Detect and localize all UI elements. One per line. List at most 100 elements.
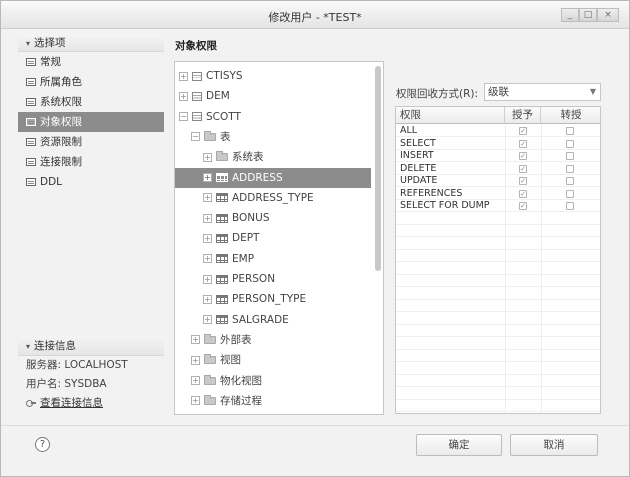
expand-icon[interactable]: + <box>191 355 200 365</box>
object-tree[interactable]: + CTISYS + DEM − SCOTT − 表 + 系统表 + ADDRESS + ADDRESS_… <box>174 61 384 415</box>
tree-node[interactable]: + SALGRADE <box>175 310 371 330</box>
transfer-checkbox[interactable] <box>566 202 574 210</box>
expand-icon[interactable]: + <box>203 213 212 223</box>
nav-item[interactable]: 所属角色 <box>18 72 164 92</box>
key-icon <box>26 397 36 407</box>
revoke-mode-select[interactable]: 级联 ▼ <box>484 83 601 101</box>
ok-button[interactable]: 确定 <box>416 434 502 456</box>
column-header-privilege[interactable]: 权限 <box>396 107 505 124</box>
expand-icon[interactable]: + <box>191 335 200 345</box>
table-icon <box>216 193 228 203</box>
minimize-button[interactable]: _ <box>561 8 579 22</box>
folder-icon <box>204 130 216 141</box>
tree-node[interactable]: + DEPT <box>175 228 371 248</box>
tree-node[interactable]: + EMP <box>175 249 371 269</box>
options-list: 常规所属角色系统权限 对象权限资源限制连接限制 DDL <box>18 52 164 192</box>
nav-item-label: 所属角色 <box>40 76 82 88</box>
empty-grid-row <box>396 388 600 400</box>
grant-checkbox[interactable]: ✓ <box>519 164 527 173</box>
options-header-label: 选择项 <box>34 37 66 49</box>
form-icon <box>26 118 36 126</box>
privilege-row[interactable]: SELECT FOR DUMP ✓ <box>396 200 600 212</box>
empty-grid-row <box>396 275 600 287</box>
expand-icon[interactable]: + <box>203 152 212 162</box>
nav-item[interactable]: 资源限制 <box>18 132 164 152</box>
expand-icon[interactable]: + <box>179 71 188 81</box>
expand-icon[interactable]: + <box>203 233 212 243</box>
options-header[interactable]: ▾ 选择项 <box>18 34 164 52</box>
maximize-button[interactable]: □ <box>579 8 597 22</box>
collapse-icon[interactable]: − <box>179 112 188 122</box>
grant-checkbox[interactable]: ✓ <box>519 127 527 135</box>
expand-icon[interactable]: + <box>203 193 212 203</box>
transfer-checkbox[interactable] <box>566 152 574 160</box>
grant-checkbox[interactable]: ✓ <box>519 139 527 148</box>
nav-item[interactable]: 连接限制 <box>18 152 164 172</box>
tree-node[interactable]: + DEM <box>175 86 371 106</box>
user-info: 用户名: SYSDBA <box>26 378 107 390</box>
grant-checkbox[interactable]: ✓ <box>519 152 527 160</box>
connection-header[interactable]: ▾ 连接信息 <box>18 336 164 356</box>
expand-icon[interactable]: + <box>203 315 212 325</box>
tree-scrollbar-thumb[interactable] <box>375 66 381 271</box>
help-icon[interactable]: ? <box>35 437 50 452</box>
expand-icon[interactable]: + <box>203 173 212 182</box>
expand-icon[interactable]: + <box>203 274 212 284</box>
tree-node[interactable]: + 存储过程 <box>175 391 371 411</box>
tree-node-label: PERSON_TYPE <box>232 293 307 306</box>
privilege-row[interactable]: SELECT ✓ <box>396 138 600 150</box>
nav-item[interactable]: DDL <box>18 172 164 192</box>
window-controls: _ □ × <box>561 8 619 22</box>
tree-node[interactable]: + 外部表 <box>175 330 371 350</box>
tree-node-label: SCOTT <box>206 110 241 123</box>
expand-icon[interactable]: + <box>179 91 188 101</box>
tree-node-label: DEM <box>206 90 230 103</box>
grant-checkbox[interactable]: ✓ <box>519 189 527 198</box>
table-icon <box>216 254 228 264</box>
tree-node[interactable]: + BONUS <box>175 208 371 228</box>
empty-grid-row <box>396 238 600 250</box>
privilege-row[interactable]: INSERT ✓ <box>396 150 600 162</box>
tree-node[interactable]: + ADDRESS <box>175 167 371 188</box>
collapse-icon[interactable]: − <box>191 132 200 142</box>
tree-node[interactable]: + CTISYS <box>175 66 371 86</box>
column-header-transfer[interactable]: 转授 <box>541 107 600 124</box>
tree-node[interactable]: + 物化视图 <box>175 371 371 391</box>
transfer-checkbox[interactable] <box>566 177 574 185</box>
privilege-row[interactable]: REFERENCES ✓ <box>396 188 600 200</box>
title-bar[interactable]: 修改用户 - *TEST* _ □ × <box>1 1 629 29</box>
grant-checkbox[interactable]: ✓ <box>519 177 527 185</box>
transfer-checkbox[interactable] <box>566 139 574 148</box>
tree-node[interactable]: + PERSON <box>175 269 371 289</box>
close-button[interactable]: × <box>597 8 619 22</box>
privilege-row[interactable]: DELETE ✓ <box>396 163 600 175</box>
expand-icon[interactable]: + <box>203 254 212 264</box>
table-icon <box>216 233 228 243</box>
privilege-name: UPDATE <box>400 175 438 186</box>
tree-node[interactable]: + PERSON_TYPE <box>175 289 371 309</box>
privilege-row[interactable]: ALL ✓ <box>396 125 600 137</box>
nav-item[interactable]: 对象权限 <box>18 112 164 132</box>
transfer-checkbox[interactable] <box>566 189 574 198</box>
view-connection-link[interactable]: 查看连接信息 <box>40 397 103 409</box>
nav-item[interactable]: 常规 <box>18 52 164 72</box>
tree-node[interactable]: + 视图 <box>175 350 371 370</box>
expand-icon[interactable]: + <box>191 396 200 406</box>
tree-node-label: 视图 <box>220 354 241 367</box>
privilege-row[interactable]: UPDATE ✓ <box>396 175 600 187</box>
transfer-checkbox[interactable] <box>566 127 574 135</box>
tree-node[interactable]: − SCOTT <box>175 107 371 127</box>
nav-item[interactable]: 系统权限 <box>18 92 164 112</box>
tree-node[interactable]: + ADDRESS_TYPE <box>175 188 371 208</box>
expand-icon[interactable]: + <box>191 376 200 385</box>
nav-item-label: 资源限制 <box>40 136 82 148</box>
tree-node[interactable]: + 系统表 <box>175 147 371 167</box>
expand-icon[interactable]: + <box>203 294 212 304</box>
grant-checkbox[interactable]: ✓ <box>519 202 527 210</box>
folder-icon <box>216 151 228 162</box>
column-header-grant[interactable]: 授予 <box>505 107 541 124</box>
tree-node-label: SALGRADE <box>232 313 289 326</box>
tree-node[interactable]: − 表 <box>175 127 371 147</box>
cancel-button[interactable]: 取消 <box>510 434 598 456</box>
transfer-checkbox[interactable] <box>566 164 574 173</box>
